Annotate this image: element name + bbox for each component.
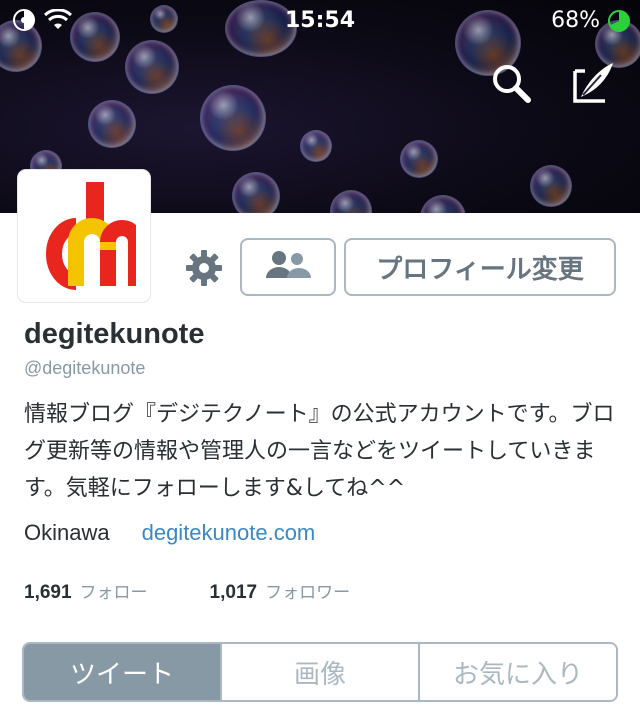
banner-bubble [530, 165, 572, 207]
followers-stat[interactable]: 1,017 フォロワー [210, 578, 351, 604]
battery-percent: 68% [551, 8, 600, 33]
following-stat[interactable]: 1,691 フォロー [24, 578, 148, 604]
search-icon[interactable] [488, 60, 534, 106]
profile-name: degitekunote [24, 318, 205, 350]
profile-handle: @degitekunote [24, 358, 146, 378]
tab-tweets[interactable]: ツイート [24, 644, 220, 700]
tab-favorites[interactable]: お気に入り [418, 644, 616, 700]
edit-profile-button[interactable]: プロフィール変更 [344, 238, 616, 296]
status-bar: 15:54 68% [0, 0, 640, 40]
following-label: フォロー [79, 583, 148, 603]
people-icon [263, 249, 313, 286]
tab-media[interactable]: 画像 [220, 644, 418, 700]
profile-avatar[interactable] [18, 170, 150, 302]
followers-label: フォロワー [265, 583, 351, 603]
profile-tabs: ツイート 画像 お気に入り [22, 642, 618, 702]
profile-website-link[interactable]: degitekunote.com [142, 520, 316, 546]
follow-lists-button[interactable] [240, 238, 336, 296]
profile-stats: 1,691 フォロー 1,017 フォロワー [24, 578, 350, 604]
banner-bubble [232, 172, 280, 213]
banner-bubble [420, 195, 466, 213]
degitekunote-logo [46, 182, 136, 290]
banner-bubble [330, 190, 372, 213]
followers-count: 1,017 [209, 582, 258, 603]
status-time: 15:54 [284, 8, 356, 33]
header-actions [488, 60, 616, 106]
compose-tweet-icon[interactable] [570, 60, 616, 106]
profile-bio: 情報ブログ『デジテクノート』の公式アカウントです。ブログ更新等の情報や管理人の一… [24, 402, 615, 501]
banner-bubble [125, 40, 179, 94]
profile-location: Okinawa [24, 520, 110, 545]
banner-bubble [200, 85, 266, 151]
profile-meta: Okinawa degitekunote.com [24, 520, 315, 546]
status-right: 68% [551, 8, 630, 33]
banner-bubble [88, 100, 136, 148]
banner-bubble [300, 130, 332, 162]
banner-bubble [400, 140, 438, 178]
settings-gear-icon[interactable] [184, 248, 224, 288]
following-count: 1,691 [24, 582, 72, 603]
battery-icon [608, 9, 630, 32]
